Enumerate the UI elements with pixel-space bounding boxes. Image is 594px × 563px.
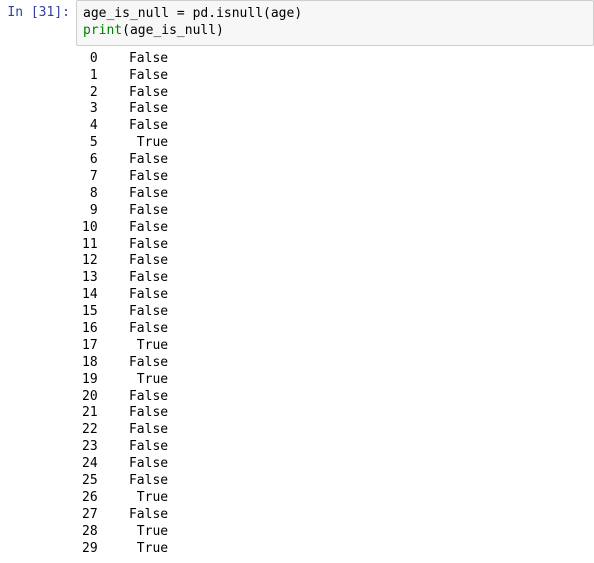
code-input-area[interactable]: age_is_null = pd.isnull(age) print(age_i…	[76, 0, 594, 46]
code-dot: .	[208, 6, 216, 21]
code-var: age_is_null	[83, 6, 169, 21]
code-print-args: (age_is_null)	[122, 23, 224, 38]
code-fn: isnull	[216, 6, 263, 21]
code-module: pd	[193, 6, 209, 21]
code-args: (age)	[263, 6, 302, 21]
code-print: print	[83, 23, 122, 38]
output-area: 0 False 1 False 2 False 3 False 4 False …	[76, 46, 594, 563]
code-cell: In [31]: age_is_null = pd.isnull(age) pr…	[0, 0, 594, 46]
code-eq: =	[169, 6, 192, 21]
output-cell: 0 False 1 False 2 False 3 False 4 False …	[0, 46, 594, 563]
output-prompt	[0, 46, 76, 563]
input-prompt: In [31]:	[0, 0, 76, 46]
